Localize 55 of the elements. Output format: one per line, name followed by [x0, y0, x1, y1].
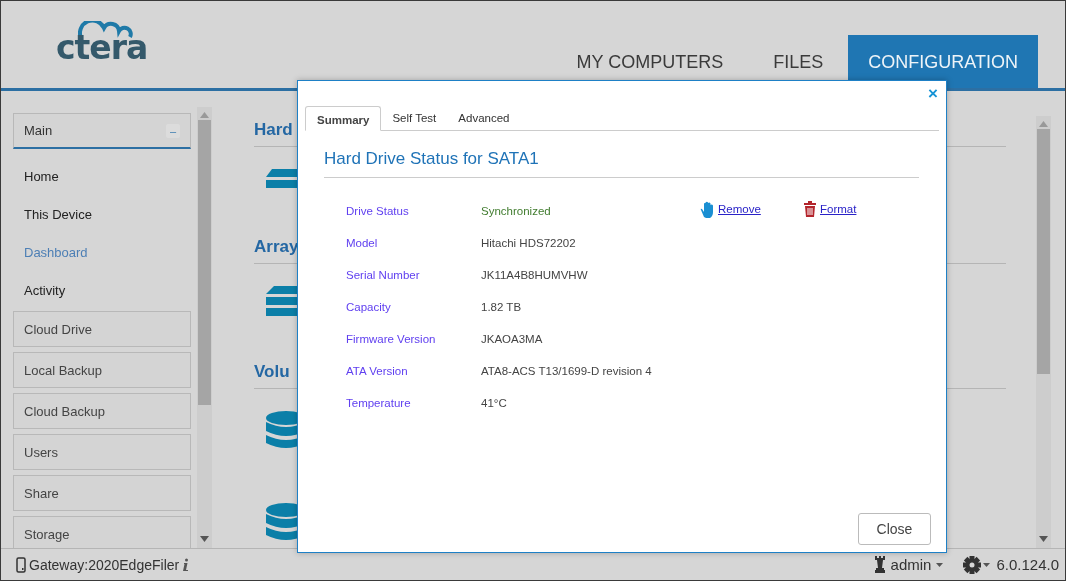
field-label: Serial Number — [346, 269, 421, 281]
sidebar-section-header[interactable]: Main – — [13, 113, 191, 149]
nav-tab[interactable]: MY COMPUTERS — [576, 52, 724, 72]
tab[interactable]: Summary — [305, 106, 382, 131]
field-value: JKAOA3MA — [481, 333, 544, 345]
field-value: ATA8-ACS T13/1699-D revision 4 — [481, 365, 653, 377]
sidebar-group[interactable]: Cloud Backup — [13, 393, 191, 429]
sidebar-group[interactable]: Local Backup — [13, 352, 191, 388]
scrollbar[interactable] — [197, 107, 212, 548]
sidebar-group[interactable]: Storage — [13, 516, 191, 548]
field-label: Drive Status — [346, 205, 410, 217]
nav-tab[interactable]: CONFIGURATION — [848, 35, 1038, 88]
sidebar-item[interactable]: This Device — [13, 195, 191, 233]
hand-icon[interactable] — [700, 200, 714, 218]
collapse-button[interactable]: – — [166, 123, 180, 138]
logo: ctera — [56, 35, 148, 61]
field-value: 1.82 TB — [481, 301, 523, 313]
caret-icon — [936, 562, 944, 567]
sidebar-group[interactable]: Cloud Drive — [13, 311, 191, 347]
field-label: Temperature — [346, 397, 412, 409]
link[interactable]: Format — [820, 203, 857, 215]
field-value: Synchronized — [481, 205, 552, 217]
nav-tab[interactable]: FILES — [773, 52, 824, 72]
scroll-up-icon[interactable] — [1039, 121, 1048, 127]
field-value: Hitachi HDS72202 — [481, 237, 577, 249]
scrollbar-thumb[interactable] — [1037, 129, 1050, 374]
field-label: ATA Version — [346, 365, 409, 377]
field-value: 41°C — [481, 397, 508, 409]
version-label: 6.0.124.0 — [996, 556, 1059, 573]
scroll-down-icon[interactable] — [200, 536, 209, 542]
field-value: JK11A4B8HUMVHW — [481, 269, 589, 281]
settings-icon — [963, 555, 982, 574]
section-label: Main — [24, 123, 53, 138]
link[interactable]: Remove — [718, 203, 761, 215]
sidebar-item[interactable]: Activity — [13, 271, 191, 309]
user-menu[interactable]: admin — [873, 556, 944, 573]
settings-menu[interactable] — [963, 555, 991, 574]
field-label: Capacity — [346, 301, 392, 313]
scrollbar[interactable] — [1036, 116, 1051, 548]
trash-icon[interactable] — [804, 201, 816, 217]
gateway-name: Gateway:2020EdgeFiler — [29, 556, 180, 573]
caret-icon — [983, 562, 991, 567]
dialog-title: Hard Drive Status for SATA1 — [324, 149, 919, 178]
field-label: Model — [346, 237, 379, 249]
field-label: Firmware Version — [346, 333, 437, 345]
sidebar-group[interactable]: Share — [13, 475, 191, 511]
sidebar-group[interactable]: Users — [13, 434, 191, 470]
user-icon — [873, 556, 886, 573]
close-button[interactable]: Close — [858, 513, 931, 545]
info-icon[interactable] — [182, 558, 190, 571]
device-icon — [16, 556, 26, 573]
scrollbar-thumb[interactable] — [198, 120, 211, 405]
scroll-down-icon[interactable] — [1039, 536, 1048, 542]
sidebar-item[interactable]: Home — [13, 157, 191, 195]
scroll-up-icon[interactable] — [200, 112, 209, 118]
